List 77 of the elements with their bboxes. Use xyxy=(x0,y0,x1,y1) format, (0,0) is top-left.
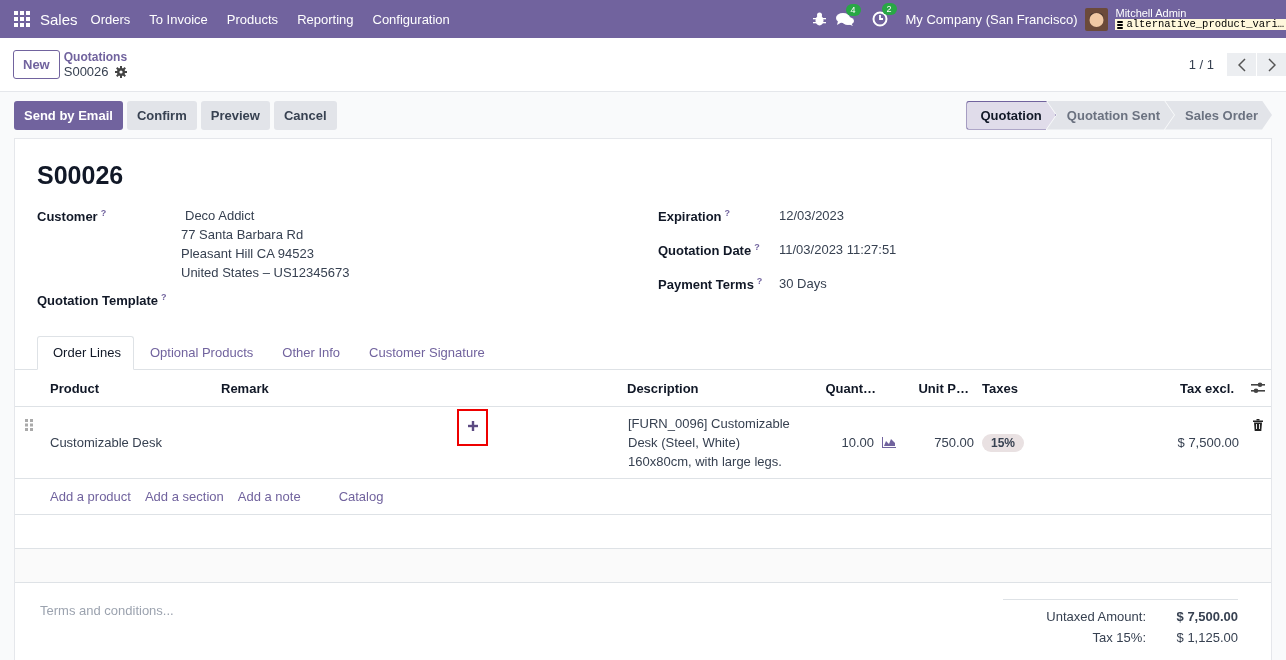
action-button[interactable]: Cancel xyxy=(273,100,337,130)
description-line: 160x80cm, with large legs. xyxy=(628,453,783,472)
drag-handle-icon[interactable] xyxy=(25,419,33,432)
status-step[interactable]: Quotation Sent xyxy=(1046,100,1174,130)
database-icon xyxy=(1117,20,1124,29)
action-button[interactable]: Preview xyxy=(200,100,270,130)
column-header[interactable]: Remark xyxy=(216,380,622,396)
field-value: 11/03/2023 11:27:51 xyxy=(779,241,897,259)
field-label: Quotation Date $^{?}$ xyxy=(658,242,761,259)
apps-menu-icon[interactable] xyxy=(14,11,30,27)
action-button[interactable]: Send by Email xyxy=(14,100,123,130)
total-value: $ 7,500.00 xyxy=(1175,608,1238,627)
pager-counter: 1 / 1 xyxy=(1188,57,1214,72)
tab[interactable]: Customer Signature xyxy=(353,336,498,370)
table-cell: Customizable Desk xyxy=(50,435,162,451)
column-header[interactable]: Tax excl. xyxy=(1102,380,1242,396)
add-line-link[interactable]: Add a note xyxy=(237,489,301,505)
status-step[interactable]: Sales Order xyxy=(1165,100,1272,130)
gear-icon[interactable] xyxy=(114,65,127,78)
menu-item[interactable]: To Invoice xyxy=(149,11,208,27)
tab[interactable]: Order Lines xyxy=(37,336,134,371)
table-cell: $ 7,500.00 xyxy=(1177,435,1239,451)
column-header[interactable]: Taxes xyxy=(977,380,1102,396)
total-label: Tax 15%: xyxy=(1092,629,1146,648)
message-count-badge: 4 xyxy=(845,3,861,16)
field-label: Expiration $^{?}$ xyxy=(658,208,732,225)
add-line-link[interactable]: Add a product xyxy=(50,489,131,505)
total-value: $ 1,125.00 xyxy=(1175,629,1238,648)
user-name[interactable]: Mitchell Admin xyxy=(1115,7,1286,20)
chevron-right-icon xyxy=(1267,57,1276,72)
table-cell: 10.00 xyxy=(841,435,874,451)
column-header[interactable]: Unit P… xyxy=(902,380,977,396)
record-name: S00026 xyxy=(63,64,109,79)
field-value: 77 Santa Barbara Rd xyxy=(181,226,305,244)
activity-count-badge: 2 xyxy=(881,3,897,15)
clock-icon[interactable] xyxy=(871,11,888,27)
total-label: Untaxed Amount: xyxy=(1046,608,1146,627)
record-title: S00026 xyxy=(37,161,125,190)
new-button[interactable]: New xyxy=(13,50,60,79)
menu-item[interactable]: Reporting xyxy=(297,11,354,27)
trash-icon[interactable] xyxy=(1252,419,1263,432)
field-value: 30 Days xyxy=(779,275,827,293)
tab[interactable]: Optional Products xyxy=(133,336,267,370)
chat-icon[interactable] xyxy=(835,11,854,27)
status-step[interactable]: Quotation xyxy=(966,100,1056,130)
field-label: Payment Terms $^{?}$ xyxy=(658,276,764,293)
menu-item[interactable]: Configuration xyxy=(372,11,450,27)
add-line-link[interactable]: Add a section xyxy=(144,489,224,505)
field-value: United States – US12345673 xyxy=(181,264,350,282)
column-header[interactable]: Description xyxy=(622,380,812,396)
bug-icon[interactable] xyxy=(812,12,826,26)
table-cell: 750.00 xyxy=(934,435,974,451)
field-value: 12/03/2023 xyxy=(779,207,845,225)
add-remark-button[interactable] xyxy=(457,409,488,447)
company-switcher[interactable]: My Company (San Francisco) xyxy=(905,11,1078,27)
description-line: Desk (Steel, White) xyxy=(628,434,741,453)
app-name[interactable]: Sales xyxy=(40,10,78,28)
breadcrumb-link[interactable]: Quotations xyxy=(63,50,128,64)
tab[interactable]: Other Info xyxy=(266,336,354,370)
column-header[interactable]: Product xyxy=(45,380,216,396)
plus-icon xyxy=(467,421,478,432)
action-button[interactable]: Confirm xyxy=(126,100,197,130)
add-line-link[interactable]: Catalog xyxy=(338,489,384,505)
area-chart-icon[interactable] xyxy=(882,437,896,449)
field-label: Quotation Template $^{?}$ xyxy=(37,292,168,309)
tax-tag: 15% xyxy=(982,433,1025,452)
column-header[interactable]: Quant… xyxy=(812,380,902,396)
database-label: alternative_product_vari… xyxy=(1126,19,1284,31)
column-settings-icon[interactable] xyxy=(1250,382,1265,395)
field-label: Customer $^{?}$ xyxy=(37,208,108,227)
chevron-left-icon xyxy=(1237,57,1246,72)
field-value: Pleasant Hill CA 94523 xyxy=(181,245,315,263)
menu-item[interactable]: Products xyxy=(226,11,279,27)
avatar-icon[interactable] xyxy=(1085,7,1109,31)
menu-item[interactable]: Orders xyxy=(90,11,131,27)
field-value: Deco Addict xyxy=(185,207,256,225)
description-line: [FURN_0096] Customizable xyxy=(628,415,791,434)
